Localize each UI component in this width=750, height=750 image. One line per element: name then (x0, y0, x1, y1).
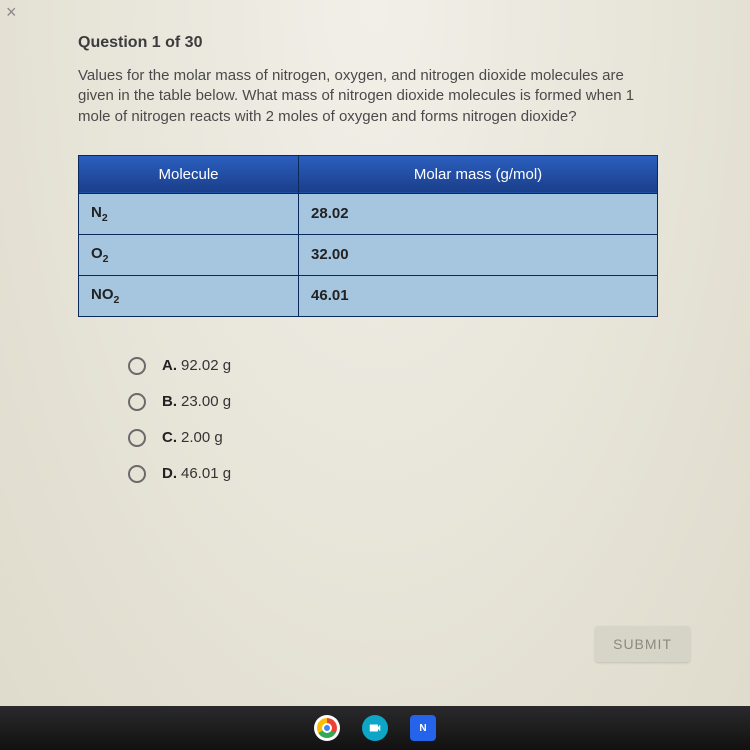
radio-icon (128, 429, 146, 447)
docs-label: N (419, 723, 426, 734)
table-row: NO2 46.01 (79, 275, 658, 316)
docs-icon[interactable]: N (410, 715, 436, 741)
option-letter: A. (162, 357, 177, 374)
option-b[interactable]: B. 23.00 g (128, 393, 680, 411)
molecule-base: N (91, 204, 102, 221)
option-d[interactable]: D. 46.01 g (128, 465, 680, 483)
answer-options: A. 92.02 g B. 23.00 g C. 2.00 g D. 46.01… (128, 357, 680, 483)
question-page: Question 1 of 30 Values for the molar ma… (0, 0, 750, 483)
option-text: 92.02 g (181, 357, 231, 374)
chrome-icon[interactable] (314, 715, 340, 741)
molar-mass-table: Molecule Molar mass (g/mol) N2 28.02 O2 … (78, 155, 658, 317)
molecule-sub: 2 (114, 294, 120, 306)
radio-icon (128, 465, 146, 483)
molecule-base: NO (91, 286, 114, 303)
question-counter: Question 1 of 30 (78, 34, 680, 52)
table-row: O2 32.00 (79, 234, 658, 275)
table-header-mass: Molar mass (g/mol) (299, 155, 658, 193)
close-icon[interactable]: × (0, 0, 23, 25)
radio-icon (128, 393, 146, 411)
option-text: 23.00 g (181, 393, 231, 410)
molecule-sub: 2 (103, 253, 109, 265)
submit-button[interactable]: SUBMIT (595, 626, 690, 662)
molecule-value: 32.00 (299, 234, 658, 275)
option-letter: D. (162, 465, 177, 482)
molecule-base: O (91, 245, 103, 262)
option-c[interactable]: C. 2.00 g (128, 429, 680, 447)
taskbar: N (0, 706, 750, 750)
table-row: N2 28.02 (79, 193, 658, 234)
option-text: 46.01 g (181, 465, 231, 482)
option-letter: B. (162, 393, 177, 410)
option-text: 2.00 g (181, 429, 223, 446)
radio-icon (128, 357, 146, 375)
question-prompt: Values for the molar mass of nitrogen, o… (78, 66, 638, 127)
molecule-value: 28.02 (299, 193, 658, 234)
molecule-value: 46.01 (299, 275, 658, 316)
table-header-molecule: Molecule (79, 155, 299, 193)
option-a[interactable]: A. 92.02 g (128, 357, 680, 375)
option-letter: C. (162, 429, 177, 446)
camera-icon[interactable] (362, 715, 388, 741)
molecule-sub: 2 (102, 212, 108, 224)
